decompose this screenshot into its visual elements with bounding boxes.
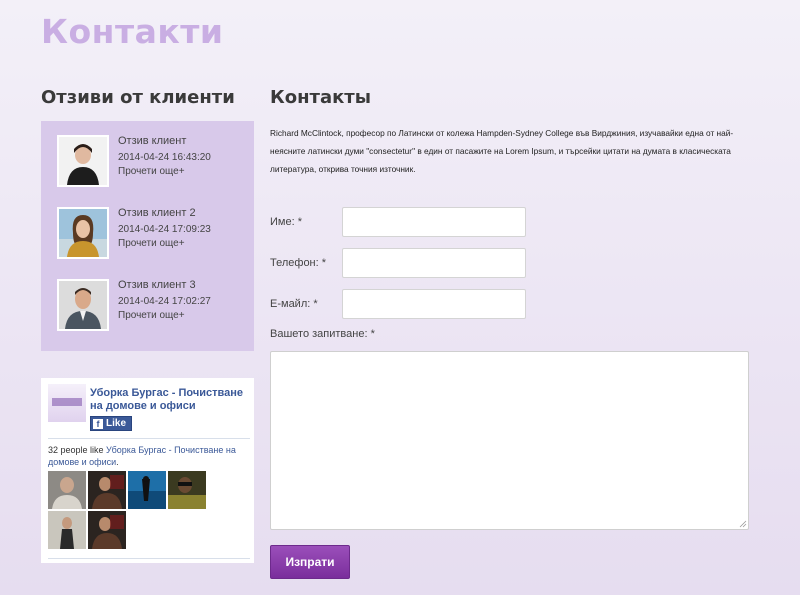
testimonial-item[interactable]: Отзив клиент 2 2014-04-24 17:09:23 Проче… (57, 207, 247, 261)
testimonial-date: 2014-04-24 17:09:23 (118, 224, 211, 235)
intro-text: Richard McClintock, професор по Латински… (270, 128, 734, 174)
facebook-icon: f (93, 418, 103, 429)
page-title: Контакти (41, 12, 224, 51)
like-label: Like (106, 418, 127, 429)
fan-avatar[interactable] (48, 511, 86, 549)
testimonial-item[interactable]: Отзив клиент 2014-04-24 16:43:20 Прочети… (57, 135, 247, 189)
read-more-link[interactable]: Прочети още+ (118, 238, 185, 249)
facebook-like-count: 32 people like Уборка Бургас - Почистван… (48, 445, 236, 467)
facebook-like-box: Уборка Бургас - Почистване на домове и о… (41, 378, 254, 563)
email-input[interactable] (342, 289, 526, 319)
testimonial-avatar[interactable] (57, 279, 109, 331)
read-more-link[interactable]: Прочети още+ (118, 310, 185, 321)
testimonial-avatar[interactable] (57, 207, 109, 259)
fan-avatar[interactable] (168, 471, 206, 509)
fan-avatar[interactable] (128, 471, 166, 509)
testimonial-avatar[interactable] (57, 135, 109, 187)
name-input[interactable] (342, 207, 526, 237)
fan-avatar[interactable] (88, 511, 126, 549)
fan-avatar[interactable] (88, 471, 126, 509)
divider (48, 558, 250, 559)
inquiry-label: Вашето запитване: * (270, 328, 375, 340)
name-label: Име: * (270, 216, 302, 228)
submit-button[interactable]: Изпрати (270, 545, 350, 579)
testimonials-heading: Отзиви от клиенти (41, 87, 235, 108)
facebook-page-logo[interactable] (48, 384, 86, 422)
email-label: E-майл: * (270, 298, 318, 310)
phone-label: Телефон: * (270, 257, 327, 269)
read-more-link[interactable]: Прочети още+ (118, 166, 185, 177)
testimonial-item[interactable]: Отзив клиент 3 2014-04-24 17:02:27 Проче… (57, 279, 247, 333)
testimonials-panel: Отзив клиент 2014-04-24 16:43:20 Прочети… (41, 121, 254, 351)
phone-input[interactable] (342, 248, 526, 278)
fan-avatar[interactable] (48, 471, 86, 509)
testimonial-date: 2014-04-24 17:02:27 (118, 296, 211, 307)
facebook-page-name[interactable]: Уборка Бургас - Почистване на домове и о… (90, 387, 250, 413)
testimonial-title[interactable]: Отзив клиент 2 (118, 207, 196, 219)
inquiry-textarea[interactable] (270, 351, 749, 530)
resize-handle-icon[interactable] (739, 520, 747, 528)
testimonial-title[interactable]: Отзив клиент 3 (118, 279, 196, 291)
testimonial-title[interactable]: Отзив клиент (118, 135, 186, 147)
contacts-heading: Контакты (270, 87, 372, 108)
divider (48, 438, 250, 439)
testimonial-date: 2014-04-24 16:43:20 (118, 152, 211, 163)
facebook-like-button[interactable]: f Like (90, 416, 133, 431)
